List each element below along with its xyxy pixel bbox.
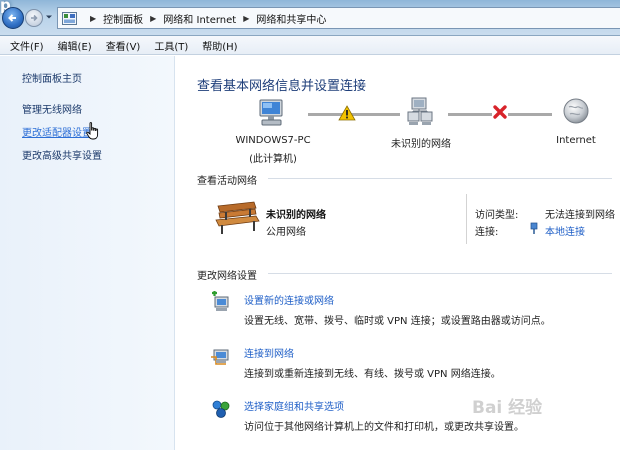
- network-icon: [407, 97, 433, 125]
- menu-help[interactable]: 帮助(H): [195, 38, 244, 53]
- breadcrumb-separator: ▶: [150, 13, 157, 23]
- task-homegroup-link[interactable]: 选择家庭组和共享选项: [244, 398, 344, 413]
- section-divider: [268, 273, 612, 274]
- back-arrow-icon: [8, 14, 16, 22]
- ethernet-icon: [530, 222, 538, 234]
- node-label-this-pc: WINDOWS7-PC: [235, 135, 311, 146]
- task-setup-connection-desc: 设置无线、宽带、拨号、临时或 VPN 连接；或设置路由器或访问点。: [244, 316, 551, 327]
- watermark: Bai 经验: [472, 398, 543, 418]
- change-settings-heading: 更改网络设置: [197, 271, 257, 282]
- map-connection-line: [356, 113, 400, 116]
- breadcrumb-control-panel[interactable]: 控制面板: [103, 11, 143, 26]
- title-bar: p ▶ 控制面板 ▶ 网络和 Internet ▶ 网络和共享中心: [0, 0, 620, 36]
- recent-pages-dropdown-icon[interactable]: [45, 13, 53, 21]
- forward-arrow-icon: [31, 14, 38, 22]
- sidebar-item-change-adapter-settings[interactable]: 更改适配器设置: [22, 124, 92, 139]
- new-connection-icon: [212, 291, 229, 311]
- connect-network-icon: [211, 349, 229, 365]
- sidebar-item-manage-wireless[interactable]: 管理无线网络: [22, 101, 82, 116]
- menu-bar: 文件(F) 编辑(E) 查看(V) 工具(T) 帮助(H): [0, 36, 620, 55]
- breadcrumb-separator: ▶: [90, 13, 97, 23]
- section-divider: [268, 178, 612, 179]
- vertical-divider: [466, 194, 467, 244]
- error-x-icon: [493, 105, 507, 119]
- task-homegroup-desc: 访问位于其他网络计算机上的文件和打印机，或更改共享设置。: [244, 422, 524, 433]
- menu-view[interactable]: 查看(V): [99, 38, 148, 53]
- node-label-this-pc-sub: (此计算机): [249, 154, 297, 165]
- menu-tools[interactable]: 工具(T): [147, 38, 195, 53]
- active-network-name: 未识别的网络: [266, 210, 326, 221]
- menu-file[interactable]: 文件(F): [3, 38, 51, 53]
- access-type-value: 无法连接到网络: [545, 210, 615, 221]
- node-label-internet[interactable]: Internet: [541, 135, 611, 146]
- computer-icon: [259, 99, 283, 126]
- main-content: 查看基本网络信息并设置连接 WINDOWS7-PC (此计算机) 未识别的网络 …: [176, 56, 620, 450]
- active-network-type[interactable]: 公用网络: [266, 223, 306, 238]
- globe-icon: [563, 98, 589, 124]
- sidebar: 控制面板主页 管理无线网络 更改适配器设置 更改高级共享设置: [0, 56, 175, 450]
- address-bar[interactable]: ▶ 控制面板 ▶ 网络和 Internet ▶ 网络和共享中心: [57, 7, 620, 29]
- task-setup-connection-link[interactable]: 设置新的连接或网络: [244, 292, 334, 307]
- breadcrumb-network-sharing-center[interactable]: 网络和共享中心: [256, 11, 326, 26]
- access-type-label: 访问类型:: [475, 210, 519, 221]
- task-connect-network-desc: 连接到或重新连接到无线、有线、拨号或 VPN 网络连接。: [244, 369, 501, 380]
- back-button[interactable]: [2, 7, 24, 29]
- task-connect-network-link[interactable]: 连接到网络: [244, 345, 294, 360]
- sidebar-item-advanced-sharing[interactable]: 更改高级共享设置: [22, 147, 102, 162]
- bench-icon: [215, 201, 260, 234]
- control-panel-icon: [62, 11, 77, 25]
- active-networks-heading: 查看活动网络: [197, 176, 257, 187]
- warning-icon: [338, 105, 356, 121]
- menu-edit[interactable]: 编辑(E): [51, 38, 99, 53]
- hand-cursor-icon: [86, 122, 99, 140]
- breadcrumb-separator: ▶: [243, 13, 250, 23]
- node-label-unidentified-network: 未识别的网络: [391, 139, 451, 150]
- map-connection-line: [448, 113, 492, 116]
- map-connection-line: [508, 113, 552, 116]
- page-title: 查看基本网络信息并设置连接: [197, 79, 367, 94]
- breadcrumb-network-internet[interactable]: 网络和 Internet: [163, 11, 236, 26]
- forward-button[interactable]: [25, 9, 43, 27]
- local-connection-link[interactable]: 本地连接: [545, 223, 585, 238]
- connections-label: 连接:: [475, 227, 499, 238]
- homegroup-icon: [212, 400, 230, 418]
- sidebar-item-control-panel-home[interactable]: 控制面板主页: [22, 70, 82, 85]
